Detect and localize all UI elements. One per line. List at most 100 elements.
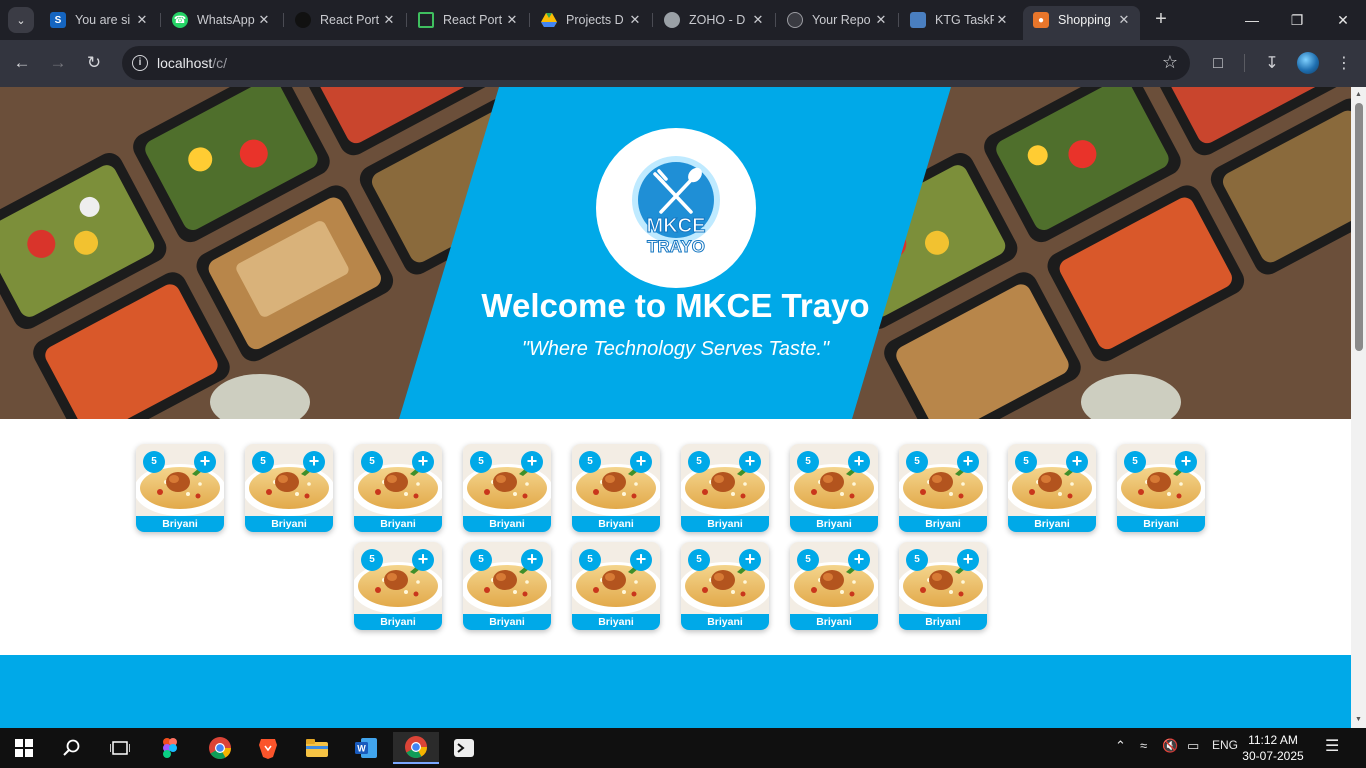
- site-info-icon[interactable]: i: [132, 55, 148, 71]
- browser-tab[interactable]: ZOHO - D ✕: [654, 6, 774, 34]
- close-icon[interactable]: ✕: [873, 12, 889, 28]
- menu-item-card[interactable]: 5 + Briyani: [572, 444, 660, 532]
- close-window-button[interactable]: ✕: [1329, 8, 1357, 32]
- browser-tab[interactable]: KTG TaskF ✕: [900, 6, 1018, 34]
- page-scrollbar[interactable]: ▲ ▼: [1351, 87, 1366, 728]
- add-to-cart-button[interactable]: +: [957, 451, 979, 473]
- browser-tab[interactable]: React Port ✕: [285, 6, 405, 34]
- download-icon[interactable]: ↧: [1260, 52, 1284, 76]
- extensions-icon[interactable]: □: [1206, 52, 1230, 76]
- scroll-down-arrow-icon[interactable]: ▼: [1351, 713, 1366, 727]
- system-clock[interactable]: 11:12 AM 30-07-2025: [1241, 732, 1305, 764]
- item-name: Briyani: [1008, 516, 1096, 532]
- wifi-icon[interactable]: ≈: [1140, 738, 1147, 753]
- browser-tab[interactable]: Your Repo ✕: [777, 6, 897, 34]
- browser-tab[interactable]: ☎ WhatsApp ✕: [162, 6, 280, 34]
- taskbar-search-button[interactable]: [52, 732, 92, 764]
- menu-item-card[interactable]: 5 + Briyani: [790, 542, 878, 630]
- language-indicator[interactable]: ENG: [1212, 738, 1238, 752]
- close-icon[interactable]: ✕: [504, 12, 520, 28]
- menu-item-card[interactable]: 5 + Briyani: [681, 542, 769, 630]
- minimize-button[interactable]: —: [1238, 8, 1266, 32]
- back-button[interactable]: ←: [11, 52, 33, 74]
- menu-item-card[interactable]: 5 + Briyani: [681, 444, 769, 532]
- windows-start-button[interactable]: [4, 732, 44, 764]
- scroll-up-arrow-icon[interactable]: ▲: [1351, 88, 1366, 102]
- add-to-cart-button[interactable]: +: [303, 451, 325, 473]
- menu-item-card[interactable]: 5 + Briyani: [790, 444, 878, 532]
- scrollbar-thumb[interactable]: [1355, 103, 1363, 351]
- menu-item-card[interactable]: 5 + Briyani: [572, 542, 660, 630]
- tab-search-button[interactable]: ⌄: [8, 7, 34, 33]
- speaker-muted-icon[interactable]: 🔇: [1162, 738, 1178, 754]
- add-to-cart-button[interactable]: +: [739, 549, 761, 571]
- address-bar[interactable]: i localhost/c/ ☆: [122, 46, 1190, 80]
- taskbar-figma[interactable]: [150, 732, 190, 764]
- tab-title: React Port: [320, 13, 380, 27]
- close-icon[interactable]: ✕: [1116, 12, 1132, 28]
- add-to-cart-button[interactable]: +: [412, 451, 434, 473]
- menu-item-card[interactable]: 5 + Briyani: [245, 444, 333, 532]
- tab-title: Your Repo: [812, 13, 871, 27]
- menu-item-card[interactable]: 5 + Briyani: [899, 542, 987, 630]
- profile-avatar[interactable]: [1297, 52, 1319, 74]
- restore-button[interactable]: ❐: [1283, 8, 1311, 32]
- item-name: Briyani: [245, 516, 333, 532]
- close-icon[interactable]: ✕: [381, 12, 397, 28]
- add-to-cart-button[interactable]: +: [1175, 451, 1197, 473]
- menu-item-card[interactable]: 5 + Briyani: [463, 444, 551, 532]
- forward-button[interactable]: →: [47, 52, 69, 74]
- close-icon[interactable]: ✕: [627, 12, 643, 28]
- reload-button[interactable]: ↻: [83, 52, 105, 74]
- menu-item-card[interactable]: 5 + Briyani: [136, 444, 224, 532]
- browser-tab[interactable]: S You are si ✕: [40, 6, 158, 34]
- taskbar-file-explorer[interactable]: [297, 732, 337, 764]
- svg-text:W: W: [357, 744, 366, 754]
- taskbar-brave[interactable]: [248, 732, 288, 764]
- menu-item-card[interactable]: 5 + Briyani: [1117, 444, 1205, 532]
- tab-title: KTG TaskF: [935, 13, 994, 27]
- bookmark-star-icon[interactable]: ☆: [1162, 52, 1178, 73]
- add-to-cart-button[interactable]: +: [412, 549, 434, 571]
- add-to-cart-button[interactable]: +: [194, 451, 216, 473]
- menu-item-card[interactable]: 5 + Briyani: [354, 542, 442, 630]
- item-quantity-badge: 5: [797, 451, 819, 473]
- add-to-cart-button[interactable]: +: [957, 549, 979, 571]
- github-icon: [787, 12, 803, 28]
- browser-tab-active[interactable]: ● Shopping ✕: [1023, 6, 1140, 40]
- menu-item-card[interactable]: 5 + Briyani: [899, 444, 987, 532]
- menu-kebab-icon[interactable]: ⋮: [1332, 52, 1356, 76]
- add-to-cart-button[interactable]: +: [521, 549, 543, 571]
- task-view-button[interactable]: [100, 732, 140, 764]
- item-quantity-badge: 5: [579, 549, 601, 571]
- close-icon[interactable]: ✕: [750, 12, 766, 28]
- url-text[interactable]: localhost/c/: [157, 55, 227, 71]
- add-to-cart-button[interactable]: +: [1066, 451, 1088, 473]
- browser-tab[interactable]: React Port ✕: [408, 6, 528, 34]
- footer-band: [0, 655, 1351, 728]
- taskbar-chrome-active[interactable]: [393, 732, 439, 764]
- add-to-cart-button[interactable]: +: [739, 451, 761, 473]
- add-to-cart-button[interactable]: +: [630, 549, 652, 571]
- battery-icon[interactable]: ▭: [1187, 738, 1199, 754]
- add-to-cart-button[interactable]: +: [848, 549, 870, 571]
- item-quantity-badge: 5: [797, 549, 819, 571]
- close-icon[interactable]: ✕: [256, 12, 272, 28]
- notifications-icon[interactable]: ☰: [1325, 736, 1339, 756]
- browser-tab[interactable]: Projects D ✕: [531, 6, 651, 34]
- monitor-icon: [418, 12, 434, 28]
- menu-item-card[interactable]: 5 + Briyani: [1008, 444, 1096, 532]
- chevron-up-icon[interactable]: ⌃: [1115, 738, 1126, 754]
- taskbar-terminal-app[interactable]: [444, 732, 484, 764]
- item-quantity-badge: 5: [906, 451, 928, 473]
- add-to-cart-button[interactable]: +: [521, 451, 543, 473]
- add-to-cart-button[interactable]: +: [848, 451, 870, 473]
- close-icon[interactable]: ✕: [134, 12, 150, 28]
- new-tab-button[interactable]: +: [1150, 8, 1172, 30]
- taskbar-word[interactable]: W: [346, 732, 386, 764]
- menu-item-card[interactable]: 5 + Briyani: [354, 444, 442, 532]
- menu-item-card[interactable]: 5 + Briyani: [463, 542, 551, 630]
- taskbar-chrome[interactable]: [200, 732, 240, 764]
- close-icon[interactable]: ✕: [994, 12, 1010, 28]
- add-to-cart-button[interactable]: +: [630, 451, 652, 473]
